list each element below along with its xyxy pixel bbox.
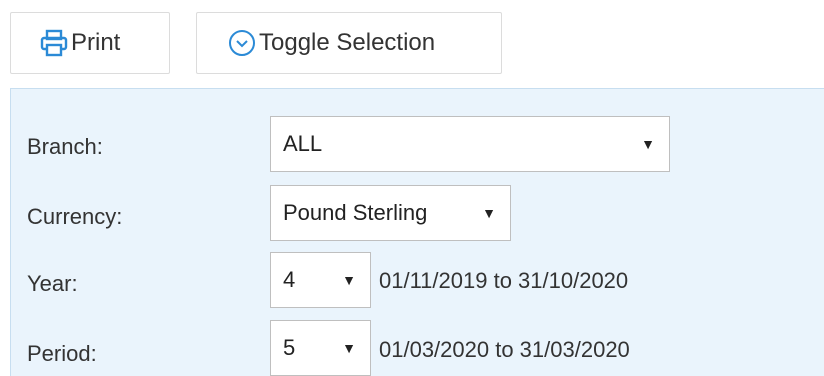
caret-down-icon: ▼ bbox=[342, 272, 356, 288]
chevron-circle-down-icon bbox=[227, 28, 257, 58]
branch-select[interactable]: ALL ▼ bbox=[270, 116, 670, 172]
branch-select-value: ALL bbox=[283, 131, 323, 156]
currency-select-value: Pound Sterling bbox=[283, 200, 428, 225]
period-select-value: 5 bbox=[283, 335, 296, 360]
print-label: Print bbox=[71, 29, 121, 56]
year-date-range: 01/11/2019 to 31/10/2020 bbox=[379, 268, 629, 293]
year-label: Year: bbox=[27, 271, 78, 296]
caret-down-icon: ▼ bbox=[482, 205, 496, 221]
year-select-value: 4 bbox=[283, 267, 296, 292]
selection-panel: Branch: ALL ▼ Currency: Pound Sterling ▼… bbox=[10, 88, 824, 376]
toggle-selection-label: Toggle Selection bbox=[259, 29, 436, 56]
branch-label: Branch: bbox=[27, 134, 103, 159]
toggle-selection-button[interactable]: Toggle Selection bbox=[196, 12, 502, 74]
year-select[interactable]: 4 ▼ bbox=[270, 252, 371, 308]
period-label: Period: bbox=[27, 341, 97, 366]
print-button[interactable]: Print bbox=[10, 12, 170, 74]
toolbar: Print Toggle Selection bbox=[0, 0, 824, 88]
printer-icon bbox=[39, 28, 69, 58]
period-select[interactable]: 5 ▼ bbox=[270, 320, 371, 376]
caret-down-icon: ▼ bbox=[342, 340, 356, 356]
currency-label: Currency: bbox=[27, 204, 123, 229]
currency-select[interactable]: Pound Sterling ▼ bbox=[270, 185, 511, 241]
period-date-range: 01/03/2020 to 31/03/2020 bbox=[379, 337, 630, 362]
caret-down-icon: ▼ bbox=[641, 136, 655, 152]
